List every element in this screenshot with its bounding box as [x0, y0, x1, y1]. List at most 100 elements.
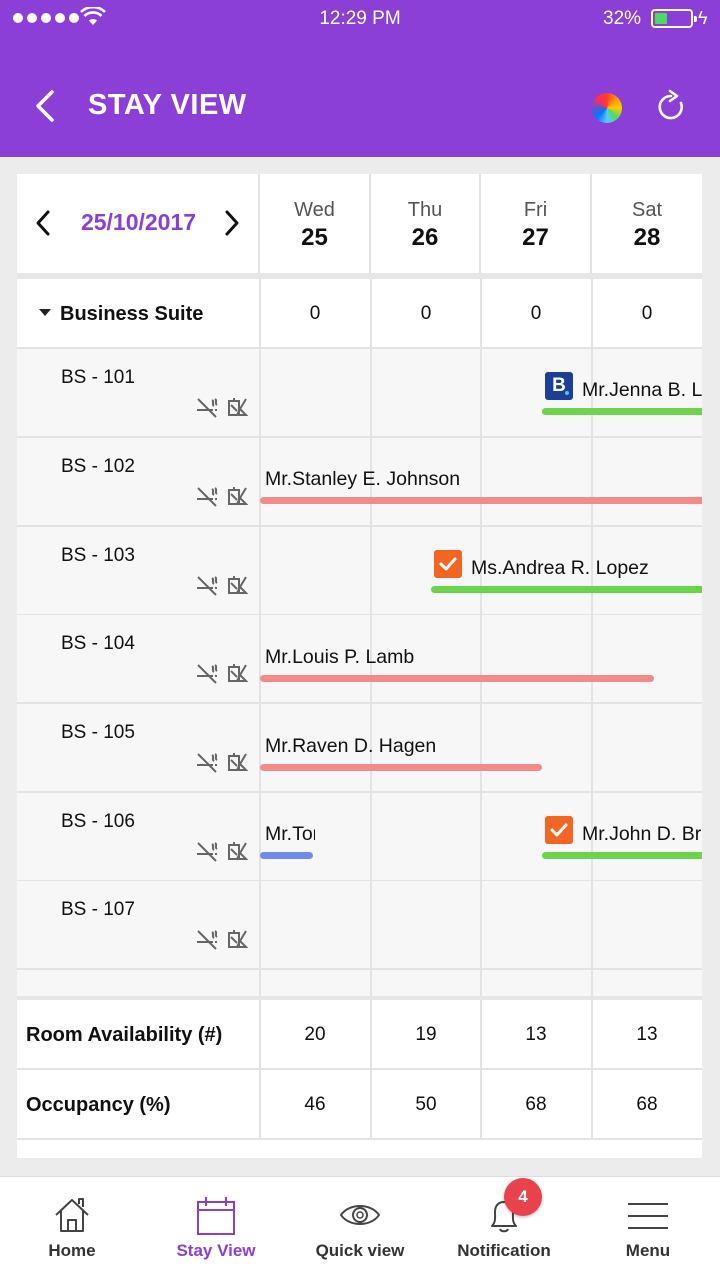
housekeeping-icon: [228, 487, 249, 505]
day-name: Sat: [631, 199, 663, 221]
summary-value: 68: [636, 1094, 658, 1115]
summary-label: Occupancy (%): [26, 1094, 171, 1116]
summary-value: 68: [525, 1094, 547, 1115]
tab-label: Notification: [457, 1241, 551, 1260]
reservation-guest-name[interactable]: Mr.Raven D. Hagen: [265, 735, 436, 758]
tab-label: Home: [48, 1241, 96, 1260]
room-name: BS - 104: [61, 633, 135, 654]
stay-view-grid: 25/10/2017 Wed 25 Thu 26 Fri 27 Sat 28 B…: [17, 174, 702, 1158]
day-header: Wed 25: [260, 174, 371, 273]
status-bar: 12:29 PM 32% ϟ: [0, 0, 720, 40]
room-name: BS - 106: [61, 811, 135, 832]
reservation-bar[interactable]: [260, 675, 654, 682]
grid-line: [259, 1000, 261, 1140]
card-footer: [17, 1140, 702, 1158]
occupancy-row: Occupancy (%) 46 50 68 68: [17, 1070, 702, 1140]
battery-percent: 32%: [603, 8, 642, 29]
reservation-guest-name[interactable]: Mr.John D. Brown: [582, 823, 702, 846]
housekeeping-icon: [228, 753, 249, 771]
room-name: BS - 103: [61, 545, 135, 566]
no-smoking-icon: [197, 664, 218, 684]
day-header: Thu 26: [371, 174, 481, 273]
no-smoking-icon: [197, 930, 218, 950]
housekeeping-icon: [228, 930, 249, 948]
no-smoking-icon: [197, 842, 218, 862]
summary-label: Room Availability (#): [26, 1024, 223, 1046]
housekeeping-icon: [228, 398, 249, 416]
no-smoking-icon: [197, 576, 218, 596]
reservation-guest-name[interactable]: Ms.Andrea R. Lopez: [471, 557, 649, 580]
room-name: BS - 101: [61, 367, 135, 388]
room-row[interactable]: BS - 107: [17, 881, 702, 970]
category-count: 0: [420, 303, 432, 324]
app-header: 12:29 PM 32% ϟ STAY VIEW: [0, 0, 720, 157]
tab-label: Menu: [625, 1241, 671, 1260]
category-count: 0: [530, 303, 542, 324]
reservation-bar[interactable]: [431, 586, 702, 593]
no-smoking-icon: [197, 398, 218, 418]
next-date-icon[interactable]: [221, 208, 243, 238]
hamburger-icon: [628, 1203, 668, 1229]
day-header: Sat 28: [592, 174, 702, 273]
housekeeping-icon: [228, 842, 249, 860]
reservation-bar[interactable]: [260, 764, 542, 771]
summary-value: 13: [525, 1024, 547, 1045]
charging-icon: ϟ: [698, 8, 708, 28]
checked-in-icon: [434, 550, 462, 578]
collapse-caret-icon: [39, 309, 51, 317]
day-number: 28: [633, 224, 661, 251]
summary-value: 19: [415, 1024, 437, 1045]
page-title: STAY VIEW: [88, 89, 247, 121]
checked-in-icon: [545, 816, 573, 844]
category-count: 0: [641, 303, 653, 324]
tab-home[interactable]: Home: [0, 1177, 144, 1280]
battery-icon: [651, 9, 697, 28]
reservation-guest-name[interactable]: Mr.Tom: [265, 823, 315, 846]
refresh-icon[interactable]: [655, 89, 689, 125]
tab-label: Stay View: [176, 1241, 256, 1260]
summary-value: 20: [304, 1024, 326, 1045]
grid-line: [591, 1000, 593, 1140]
housekeeping-icon: [228, 664, 249, 682]
room-category-row[interactable]: Business Suite 0 0 0 0: [17, 279, 702, 349]
summary-value: 46: [304, 1094, 326, 1115]
day-name: Thu: [407, 199, 443, 221]
category-name: Business Suite: [60, 303, 204, 325]
eye-icon: [339, 1205, 381, 1225]
category-toggle[interactable]: Business Suite: [39, 303, 203, 326]
reservation-guest-name[interactable]: Mr.Louis P. Lamb: [265, 646, 414, 669]
color-wheel-icon[interactable]: [592, 93, 622, 123]
tab-menu[interactable]: Menu: [576, 1177, 720, 1280]
day-number: 27: [522, 224, 549, 251]
day-header: Fri 27: [481, 174, 592, 273]
notification-count-badge[interactable]: 4: [504, 1178, 542, 1216]
tab-stay-view[interactable]: Stay View: [144, 1177, 288, 1280]
reservation-guest-name[interactable]: Mr.Stanley E. Johnson: [265, 468, 460, 491]
tab-label: Quick view: [315, 1241, 405, 1260]
day-number: 26: [411, 224, 439, 251]
booking-badge-letter: B: [552, 375, 566, 396]
reservation-bar[interactable]: [542, 408, 702, 415]
day-name: Wed: [294, 199, 335, 221]
reservation-bar[interactable]: [260, 497, 702, 504]
no-smoking-icon: [197, 487, 218, 507]
date-navigator: 25/10/2017: [17, 174, 260, 273]
grid-line: [480, 1000, 482, 1140]
day-name: Fri: [523, 199, 548, 221]
summary-value: 50: [415, 1094, 437, 1115]
home-icon: [55, 1198, 89, 1232]
back-arrow-icon[interactable]: [28, 86, 64, 126]
grid-spacer: [17, 970, 702, 998]
tab-quick-view[interactable]: Quick view: [288, 1177, 432, 1280]
housekeeping-icon: [228, 576, 249, 594]
reservation-bar[interactable]: [542, 852, 702, 859]
room-availability-row: Room Availability (#) 20 19 13 13: [17, 1000, 702, 1070]
category-count: 0: [309, 303, 321, 324]
room-name: BS - 105: [61, 722, 135, 743]
grid-line: [370, 1000, 372, 1140]
room-name: BS - 107: [61, 899, 135, 920]
reservation-guest-name[interactable]: Mr.Jenna B. Lee: [582, 379, 702, 402]
reservation-bar[interactable]: [260, 852, 313, 859]
calendar-icon: [197, 1197, 235, 1235]
no-smoking-icon: [197, 753, 218, 773]
